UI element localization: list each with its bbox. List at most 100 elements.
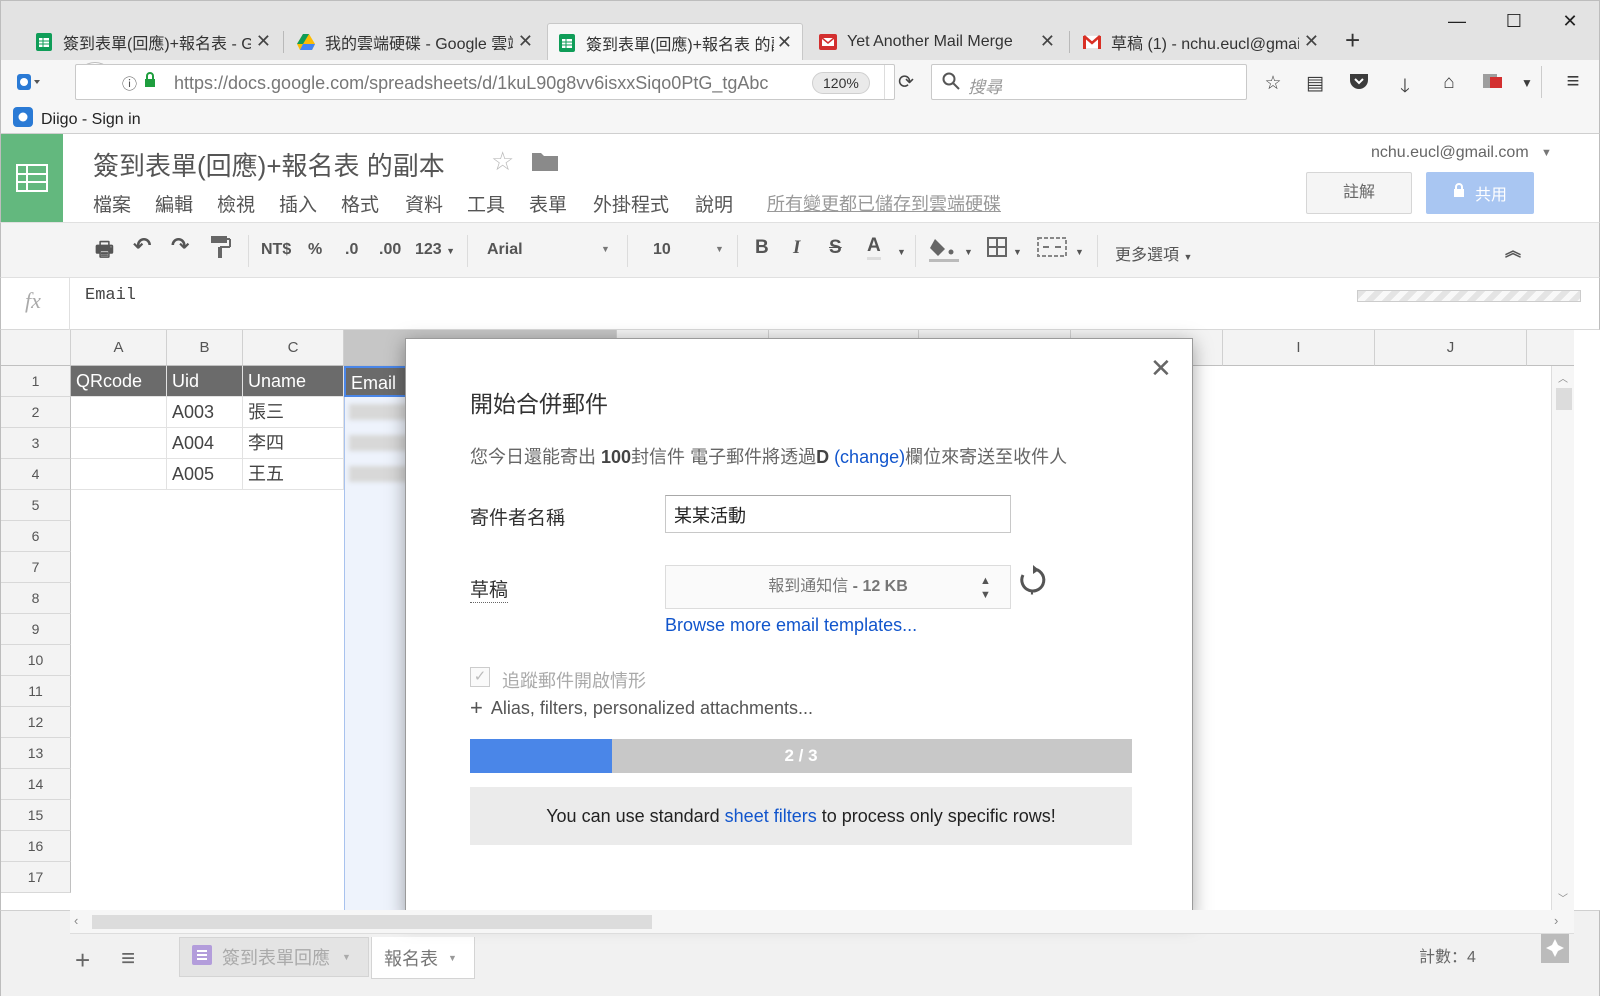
row-header[interactable]: 17 — [1, 862, 71, 893]
home-icon[interactable]: ⌂ — [1435, 72, 1463, 94]
row-header[interactable]: 3 — [1, 428, 71, 459]
download-icon[interactable]: 🡓 — [1391, 72, 1419, 104]
user-email[interactable]: nchu.eucl@gmail.com — [1371, 144, 1529, 162]
row-header[interactable]: 1 — [1, 366, 71, 397]
share-button[interactable]: 共用 — [1426, 172, 1534, 214]
row-header[interactable]: 9 — [1, 614, 71, 645]
chevron-down-icon[interactable]: ▼ — [897, 247, 906, 257]
menu-form[interactable]: 表單 — [529, 190, 567, 217]
more-options-button[interactable]: 更多選項 ▼ — [1115, 241, 1192, 265]
text-color-button[interactable]: A — [867, 235, 881, 260]
close-tab-icon[interactable]: ✕ — [1304, 31, 1319, 52]
select-all-corner[interactable] — [1, 330, 71, 366]
search-input[interactable]: 搜尋 — [931, 64, 1247, 100]
row-header[interactable]: 8 — [1, 583, 71, 614]
bold-button[interactable]: B — [755, 237, 769, 259]
folder-icon[interactable] — [531, 150, 559, 177]
column-header[interactable]: A — [71, 330, 167, 366]
collapse-toolbar-icon[interactable]: ︽ — [1505, 237, 1521, 261]
chevron-down-icon[interactable]: ▼ — [1541, 147, 1552, 159]
row-header[interactable]: 16 — [1, 831, 71, 862]
menu-data[interactable]: 資料 — [405, 190, 443, 217]
column-header[interactable]: J — [1375, 330, 1527, 366]
comments-button[interactable]: 註解 — [1306, 172, 1412, 214]
pocket-icon[interactable] — [1345, 72, 1373, 96]
bookmark-diigo[interactable]: Diigo - Sign in — [13, 107, 141, 132]
close-tab-icon[interactable]: ✕ — [256, 31, 271, 52]
close-icon[interactable]: ✕ — [1150, 353, 1172, 384]
menu-edit[interactable]: 編輯 — [155, 190, 193, 217]
browse-templates-link[interactable]: Browse more email templates... — [665, 615, 917, 636]
row-header[interactable]: 11 — [1, 676, 71, 707]
table-cell[interactable] — [71, 428, 167, 459]
redo-icon[interactable]: ↷ — [171, 233, 189, 259]
print-icon[interactable]: 🖶 — [95, 235, 114, 269]
diigo-icon[interactable] — [15, 72, 41, 92]
info-icon[interactable]: ⓘ — [122, 73, 137, 94]
refresh-icon[interactable] — [1018, 565, 1048, 602]
increase-decimal-button[interactable]: .00 — [379, 241, 401, 259]
cell-header[interactable]: QRcode — [71, 366, 167, 397]
row-header[interactable]: 14 — [1, 769, 71, 800]
table-cell[interactable]: A005 — [167, 459, 243, 490]
hamburger-menu-icon[interactable]: ≡ — [1559, 68, 1587, 94]
scroll-up-icon[interactable]: ︿ — [1558, 370, 1568, 385]
strikethrough-button[interactable]: S — [829, 237, 842, 259]
change-column-link[interactable]: (change) — [829, 447, 905, 467]
table-cell[interactable]: 張三 — [243, 397, 344, 428]
italic-button[interactable]: I — [793, 237, 800, 259]
menu-addons[interactable]: 外掛程式 — [593, 190, 669, 217]
scroll-left-icon[interactable]: ‹ — [74, 913, 78, 928]
sheets-logo-icon[interactable] — [1, 134, 63, 222]
currency-format-button[interactable]: NT$ — [261, 241, 291, 259]
selection-count[interactable]: 計數：4 — [1419, 943, 1476, 967]
menu-insert[interactable]: 插入 — [279, 190, 317, 217]
paint-format-icon[interactable] — [209, 235, 231, 264]
explore-icon[interactable] — [1541, 933, 1569, 963]
bookmark-star-icon[interactable]: ☆ — [1259, 72, 1287, 95]
url-bar[interactable]: ⓘ https://docs.google.com/spreadsheets/d… — [75, 64, 914, 100]
close-tab-icon[interactable]: ✕ — [777, 32, 792, 53]
column-header[interactable]: C — [243, 330, 344, 366]
menu-format[interactable]: 格式 — [341, 190, 379, 217]
row-header[interactable]: 2 — [1, 397, 71, 428]
tab-yamm[interactable]: Yet Another Mail Merge ✕ — [809, 23, 1065, 61]
menu-file[interactable]: 檔案 — [93, 190, 131, 217]
chevron-down-icon[interactable]: ▼ — [1075, 247, 1084, 257]
cell-header[interactable]: Uname — [243, 366, 344, 397]
font-size-select[interactable]: 10 ▼ — [637, 233, 737, 269]
reload-icon[interactable]: ⟳ — [898, 71, 914, 94]
scroll-down-icon[interactable]: ﹀ — [1558, 890, 1568, 905]
undo-icon[interactable]: ↶ — [133, 233, 151, 259]
menu-view[interactable]: 檢視 — [217, 190, 255, 217]
table-cell[interactable]: 李四 — [243, 428, 344, 459]
row-header[interactable]: 7 — [1, 552, 71, 583]
chevron-down-icon[interactable]: ▼ — [1013, 247, 1022, 257]
formula-input[interactable]: Email — [85, 286, 136, 305]
table-cell[interactable] — [71, 459, 167, 490]
scroll-right-icon[interactable]: › — [1554, 913, 1558, 928]
table-cell[interactable]: 王五 — [243, 459, 344, 490]
reader-list-icon[interactable]: ▤ — [1301, 72, 1329, 95]
document-title[interactable]: 簽到表單(回應)+報名表 的副本 — [93, 146, 445, 183]
window-close-icon[interactable]: ✕ — [1547, 7, 1593, 35]
maximize-icon[interactable]: ☐ — [1491, 7, 1537, 35]
sheet-tab-registration[interactable]: 報名表 ▼ — [371, 937, 475, 979]
chevron-down-icon[interactable]: ▼ — [964, 247, 973, 257]
fill-color-icon[interactable] — [929, 235, 959, 270]
add-sheet-icon[interactable]: + — [75, 945, 90, 976]
borders-icon[interactable] — [987, 237, 1007, 262]
row-header[interactable]: 13 — [1, 738, 71, 769]
cell-header[interactable]: Uid — [167, 366, 243, 397]
zoom-indicator[interactable]: 120% — [812, 72, 870, 94]
draft-select[interactable]: 報到通知信 - 12 KB ▲ ▼ — [665, 565, 1011, 609]
sheet-filters-link[interactable]: sheet filters — [725, 806, 817, 826]
table-cell[interactable]: A004 — [167, 428, 243, 459]
extension-pdf-icon[interactable] — [1479, 72, 1507, 96]
row-header[interactable]: 15 — [1, 800, 71, 831]
track-opens-checkbox[interactable]: ✓ — [470, 667, 490, 687]
column-header[interactable]: B — [167, 330, 243, 366]
chevron-down-icon[interactable]: ▼ — [1513, 76, 1541, 90]
column-header[interactable]: I — [1223, 330, 1375, 366]
percent-format-button[interactable]: % — [308, 241, 322, 259]
